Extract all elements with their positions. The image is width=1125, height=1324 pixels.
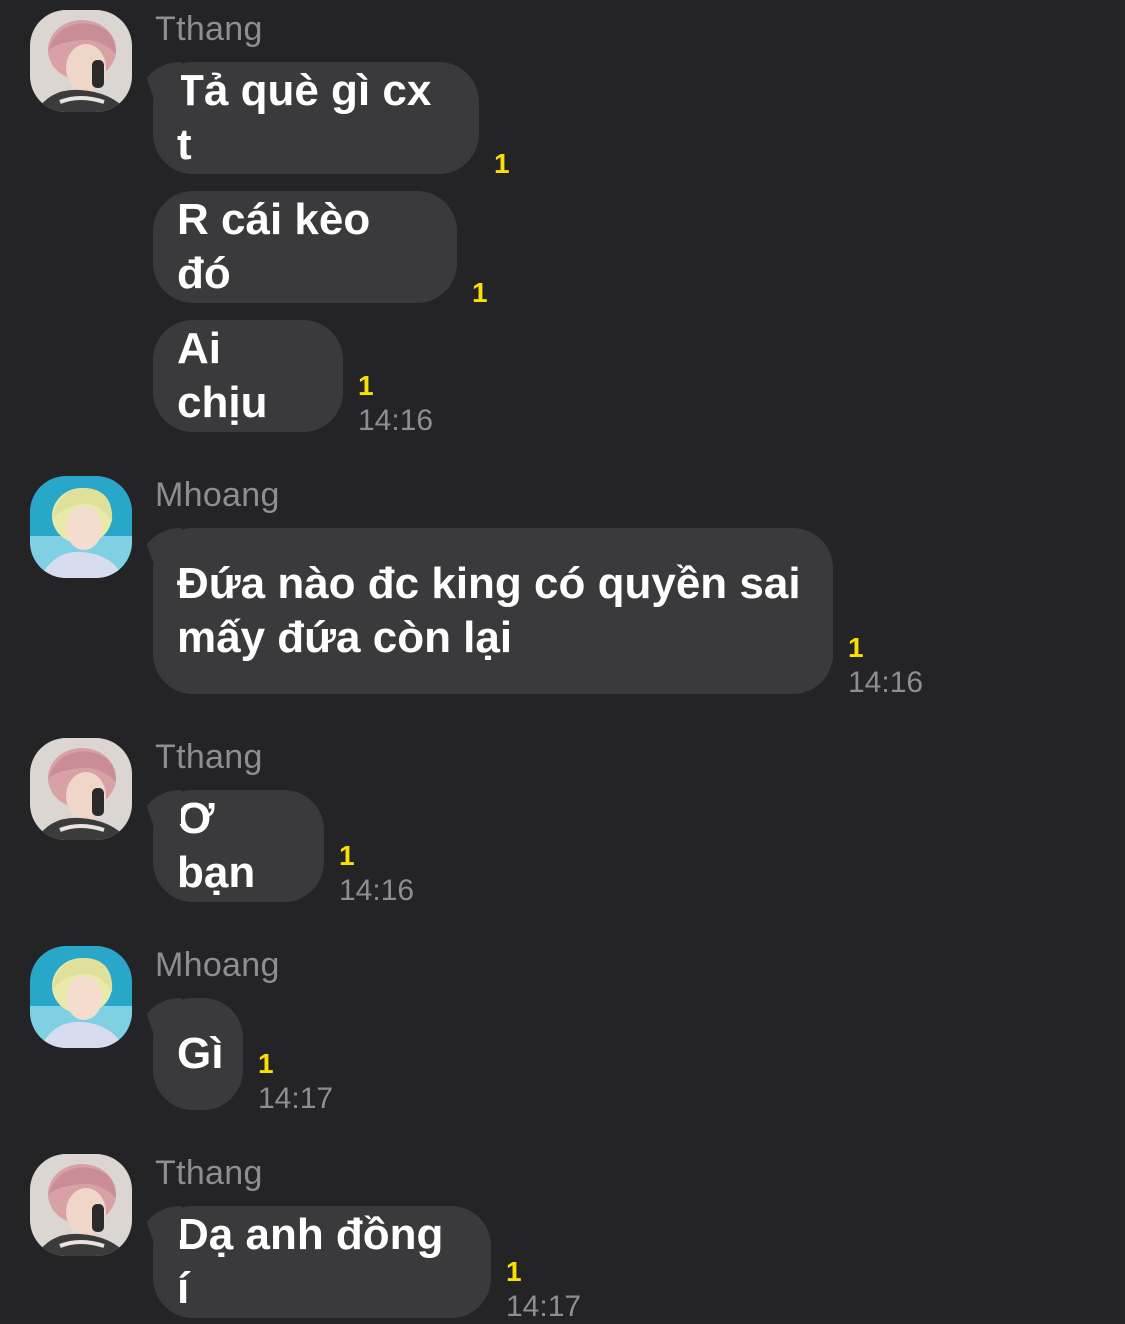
sender-avatar-mhoang[interactable] (30, 946, 132, 1048)
sender-name: Tthang (155, 10, 263, 48)
message-bubble[interactable]: Ơ bạn (153, 790, 324, 902)
sender-avatar-tthang[interactable] (30, 1154, 132, 1256)
sender-avatar-tthang[interactable] (30, 738, 132, 840)
message-text: Gì (177, 1029, 224, 1078)
message-text: Tả què gì cx t (177, 66, 444, 169)
message-bubble[interactable]: Đứa nào đc king có quyền sai mấy đứa còn… (153, 528, 833, 694)
message-text: Dạ anh đồng í (177, 1210, 456, 1313)
unread-count: 1 (358, 370, 374, 401)
sender-avatar-mhoang[interactable] (30, 476, 132, 578)
message-bubble[interactable]: Gì (153, 998, 243, 1110)
message-time: 14:17 (506, 1290, 582, 1323)
unread-count: 1 (339, 840, 355, 871)
unread-count: 1 (494, 148, 510, 179)
message-time: 14:16 (358, 404, 434, 437)
unread-count: 1 (258, 1048, 274, 1079)
message-bubble[interactable]: R cái kèo đó (153, 191, 457, 303)
message-text: R cái kèo đó (177, 195, 383, 298)
message-text: Ai chịu (177, 324, 268, 427)
message-time: 14:17 (258, 1082, 334, 1115)
unread-count: 1 (506, 1256, 522, 1287)
message-text: Ơ bạn (177, 794, 256, 897)
message-time: 14:16 (339, 874, 415, 907)
message-bubble[interactable]: Tả què gì cx t (153, 62, 479, 174)
pink-hair-avatar-image (30, 10, 132, 112)
pink-hair-avatar-image (30, 1154, 132, 1256)
sender-name: Mhoang (155, 476, 280, 514)
blonde-hair-avatar-image (30, 946, 132, 1048)
message-bubble[interactable]: Ai chịu (153, 320, 343, 432)
blonde-hair-avatar-image (30, 476, 132, 578)
unread-count: 1 (848, 632, 864, 663)
message-bubble[interactable]: Dạ anh đồng í (153, 1206, 491, 1318)
pink-hair-avatar-image (30, 738, 132, 840)
sender-name: Tthang (155, 738, 263, 776)
sender-avatar-tthang[interactable] (30, 10, 132, 112)
message-time: 14:16 (848, 666, 924, 699)
unread-count: 1 (472, 277, 488, 308)
sender-name: Tthang (155, 1154, 263, 1192)
sender-name: Mhoang (155, 946, 280, 984)
message-text: Đứa nào đc king có quyền sai mấy đứa còn… (177, 559, 813, 662)
